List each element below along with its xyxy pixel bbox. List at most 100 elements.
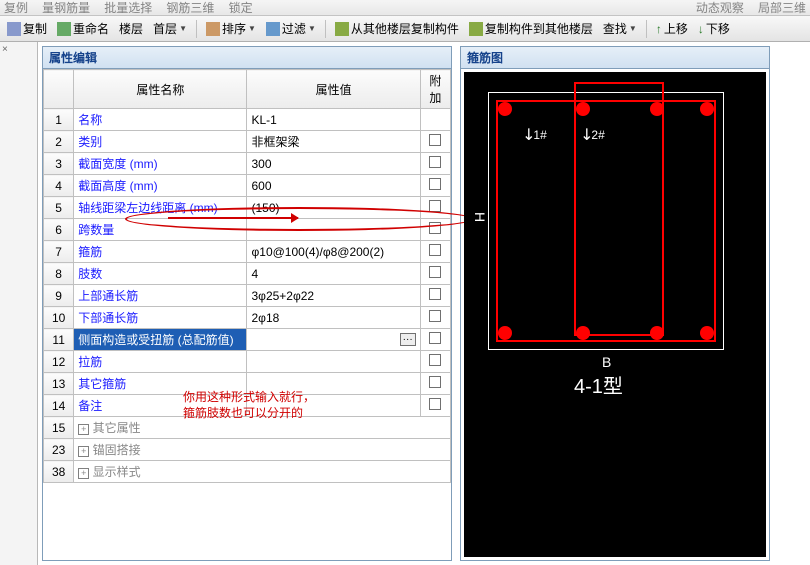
tb-copy-to[interactable]: 复制构件到其他楼层: [466, 19, 596, 38]
tb-sort[interactable]: 排序▼: [203, 19, 259, 38]
expand-icon[interactable]: +: [78, 446, 89, 457]
prop-add[interactable]: [420, 131, 450, 153]
label-1: ↙1#: [522, 124, 547, 144]
tb-filter[interactable]: 过滤▼: [263, 19, 319, 38]
prop-name[interactable]: 拉筋: [74, 351, 247, 373]
table-row[interactable]: 11侧面构造或受扭筋 (总配筋值) ···: [44, 329, 451, 351]
group-name[interactable]: + 锚固搭接: [74, 439, 451, 461]
prop-name[interactable]: 名称: [74, 109, 247, 131]
prop-value[interactable]: 4: [247, 263, 420, 285]
table-row[interactable]: 5轴线距梁左边线距离 (mm)(150): [44, 197, 451, 219]
group-row[interactable]: 38+ 显示样式: [44, 461, 451, 483]
table-row[interactable]: 8肢数4: [44, 263, 451, 285]
group-row[interactable]: 23+ 锚固搭接: [44, 439, 451, 461]
main-toolbar: 复制 重命名 楼层 首层▼ 排序▼ 过滤▼ 从其他楼层复制构件 复制构件到其他楼…: [0, 16, 810, 42]
prop-add[interactable]: [420, 351, 450, 373]
checkbox[interactable]: [429, 244, 441, 256]
arrow-down-icon: ↓: [698, 22, 704, 36]
prop-value[interactable]: [247, 351, 420, 373]
checkbox[interactable]: [429, 288, 441, 300]
prop-value[interactable]: (150): [247, 197, 420, 219]
table-row[interactable]: 9上部通长筋3φ25+2φ22: [44, 285, 451, 307]
checkbox[interactable]: [429, 156, 441, 168]
frag: 钢筋三维: [166, 0, 214, 16]
prop-name[interactable]: 肢数: [74, 263, 247, 285]
prop-name[interactable]: 跨数量: [74, 219, 247, 241]
tb-find[interactable]: 查找▼: [600, 19, 640, 38]
prop-add[interactable]: [420, 373, 450, 395]
prop-add[interactable]: [420, 307, 450, 329]
checkbox[interactable]: [429, 354, 441, 366]
prop-value[interactable]: [247, 219, 420, 241]
prop-add[interactable]: [420, 153, 450, 175]
table-row[interactable]: 4截面高度 (mm)600: [44, 175, 451, 197]
row-number: 38: [44, 461, 74, 483]
prop-name[interactable]: 截面宽度 (mm): [74, 153, 247, 175]
value-input[interactable]: [251, 333, 382, 347]
prop-value[interactable]: 600: [247, 175, 420, 197]
checkbox[interactable]: [429, 178, 441, 190]
prop-add[interactable]: [420, 329, 450, 351]
table-row[interactable]: 6跨数量: [44, 219, 451, 241]
tb-copy-from[interactable]: 从其他楼层复制构件: [332, 19, 462, 38]
prop-name[interactable]: 截面高度 (mm): [74, 175, 247, 197]
prop-add[interactable]: [420, 219, 450, 241]
prop-add[interactable]: [420, 197, 450, 219]
prop-value[interactable]: 300: [247, 153, 420, 175]
expand-icon[interactable]: +: [78, 424, 89, 435]
checkbox[interactable]: [429, 310, 441, 322]
checkbox[interactable]: [429, 222, 441, 234]
prop-value[interactable]: 3φ25+2φ22: [247, 285, 420, 307]
table-row[interactable]: 12拉筋: [44, 351, 451, 373]
section-type: 4-1型: [574, 370, 623, 399]
tb-rename[interactable]: 重命名: [54, 19, 112, 38]
checkbox[interactable]: [429, 398, 441, 410]
close-icon[interactable]: ×: [0, 42, 37, 57]
prop-name[interactable]: 箍筋: [74, 241, 247, 263]
prop-value[interactable]: KL-1: [247, 109, 420, 131]
dim-h: H: [472, 212, 488, 222]
prop-add[interactable]: [420, 263, 450, 285]
prop-add[interactable]: [420, 395, 450, 417]
row-number: 12: [44, 351, 74, 373]
tb-copy[interactable]: 复制: [4, 19, 50, 38]
prop-value[interactable]: φ10@100(4)/φ8@200(2): [247, 241, 420, 263]
row-number: 2: [44, 131, 74, 153]
tb-floor[interactable]: 楼层: [116, 19, 146, 38]
table-row[interactable]: 1名称KL-1: [44, 109, 451, 131]
tb-down[interactable]: ↓下移: [695, 19, 733, 38]
prop-add[interactable]: [420, 285, 450, 307]
row-number: 11: [44, 329, 74, 351]
prop-add[interactable]: [420, 241, 450, 263]
checkbox[interactable]: [429, 332, 441, 344]
prop-name[interactable]: 下部通长筋: [74, 307, 247, 329]
expand-icon[interactable]: +: [78, 468, 89, 479]
tb-first-floor[interactable]: 首层▼: [150, 19, 190, 38]
ellipsis-button[interactable]: ···: [400, 333, 416, 346]
property-panel: 属性编辑 属性名称 属性值 附加 1名称KL-12类别非框架梁3截面宽度 (mm…: [42, 46, 452, 561]
frag: 批量选择: [104, 0, 152, 16]
prop-name[interactable]: 类别: [74, 131, 247, 153]
checkbox[interactable]: [429, 266, 441, 278]
prop-add[interactable]: [420, 175, 450, 197]
prop-value[interactable]: ···: [247, 329, 420, 351]
prop-name[interactable]: 上部通长筋: [74, 285, 247, 307]
prop-name[interactable]: 侧面构造或受扭筋 (总配筋值): [74, 329, 247, 351]
table-row[interactable]: 10下部通长筋2φ18: [44, 307, 451, 329]
checkbox[interactable]: [429, 200, 441, 212]
row-number: 9: [44, 285, 74, 307]
prop-value[interactable]: 非框架梁: [247, 131, 420, 153]
prop-name[interactable]: 轴线距梁左边线距离 (mm): [74, 197, 247, 219]
prop-value[interactable]: 2φ18: [247, 307, 420, 329]
separator: [325, 20, 326, 38]
tb-up[interactable]: ↑上移: [653, 19, 691, 38]
table-row[interactable]: 7箍筋φ10@100(4)/φ8@200(2): [44, 241, 451, 263]
annotation-note: 你用这种形式输入就行，箍筋肢数也可以分开的: [183, 389, 315, 421]
row-number: 6: [44, 219, 74, 241]
prop-add[interactable]: [420, 109, 450, 131]
table-row[interactable]: 3截面宽度 (mm)300: [44, 153, 451, 175]
checkbox[interactable]: [429, 376, 441, 388]
table-row[interactable]: 2类别非框架梁: [44, 131, 451, 153]
group-name[interactable]: + 显示样式: [74, 461, 451, 483]
checkbox[interactable]: [429, 134, 441, 146]
